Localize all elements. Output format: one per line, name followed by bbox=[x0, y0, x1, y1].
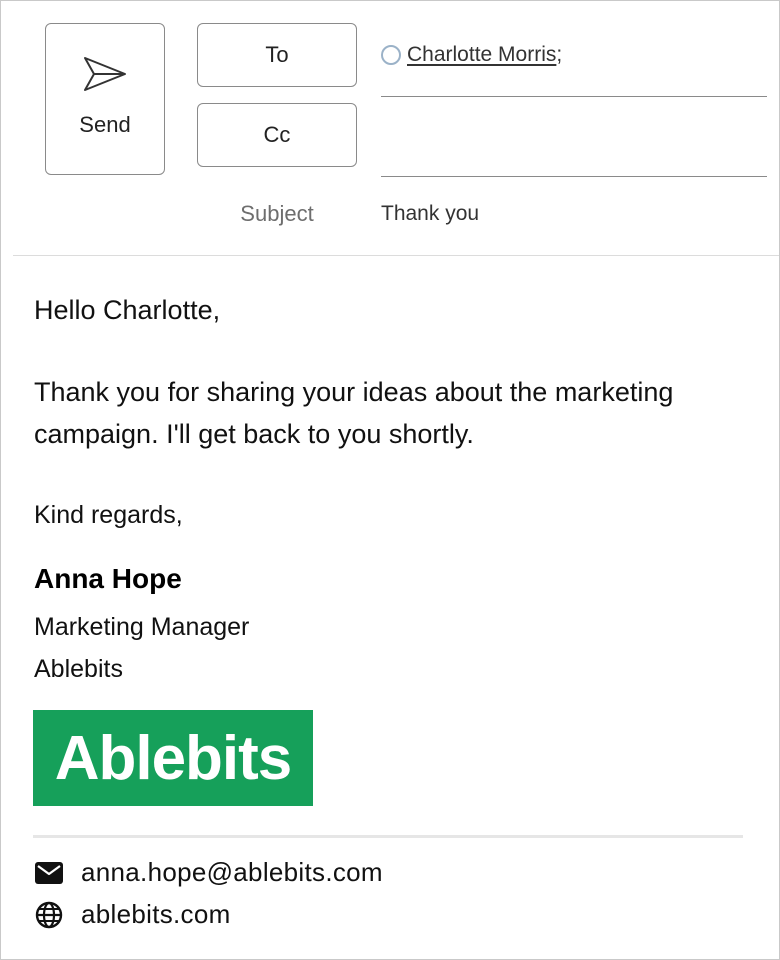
signature-email-link[interactable]: anna.hope@ablebits.com bbox=[81, 857, 383, 888]
recipient-chip[interactable]: Charlotte Morris ; bbox=[381, 43, 562, 67]
recipient-name[interactable]: Charlotte Morris bbox=[407, 43, 556, 67]
message-greeting: Hello Charlotte, bbox=[34, 295, 221, 325]
message-closing: Kind regards, bbox=[34, 501, 183, 529]
company-logo-text: Ablebits bbox=[54, 723, 293, 793]
message-body: Thank you for sharing your ideas about t… bbox=[34, 377, 674, 449]
signature-website-link[interactable]: ablebits.com bbox=[81, 899, 231, 930]
company-logo: Ablebits bbox=[33, 710, 313, 806]
to-field[interactable]: Charlotte Morris ; bbox=[381, 23, 767, 97]
signature-email-row: anna.hope@ablebits.com bbox=[34, 857, 383, 888]
presence-status-icon bbox=[381, 45, 401, 65]
signature-name: Anna Hope bbox=[34, 563, 182, 594]
email-compose-window: Send To Cc Subject Charlotte Morris ; Th… bbox=[0, 0, 780, 960]
envelope-icon bbox=[34, 858, 64, 888]
header-divider bbox=[13, 255, 779, 256]
signature-company: Ablebits bbox=[34, 655, 123, 683]
signature-title: Marketing Manager bbox=[34, 613, 250, 641]
to-button[interactable]: To bbox=[197, 23, 357, 87]
cc-field[interactable] bbox=[381, 103, 767, 177]
send-icon bbox=[84, 57, 126, 91]
signature-divider bbox=[33, 835, 743, 838]
signature-website-row: ablebits.com bbox=[34, 899, 231, 930]
compose-header: Send To Cc Subject Charlotte Morris ; Th… bbox=[1, 1, 779, 255]
globe-icon bbox=[34, 900, 64, 930]
subject-input[interactable]: Thank you bbox=[381, 202, 479, 226]
send-button[interactable]: Send bbox=[45, 23, 165, 175]
cc-button[interactable]: Cc bbox=[197, 103, 357, 167]
recipient-separator: ; bbox=[556, 43, 563, 66]
subject-label: Subject bbox=[240, 201, 314, 226]
send-button-label: Send bbox=[79, 112, 131, 137]
